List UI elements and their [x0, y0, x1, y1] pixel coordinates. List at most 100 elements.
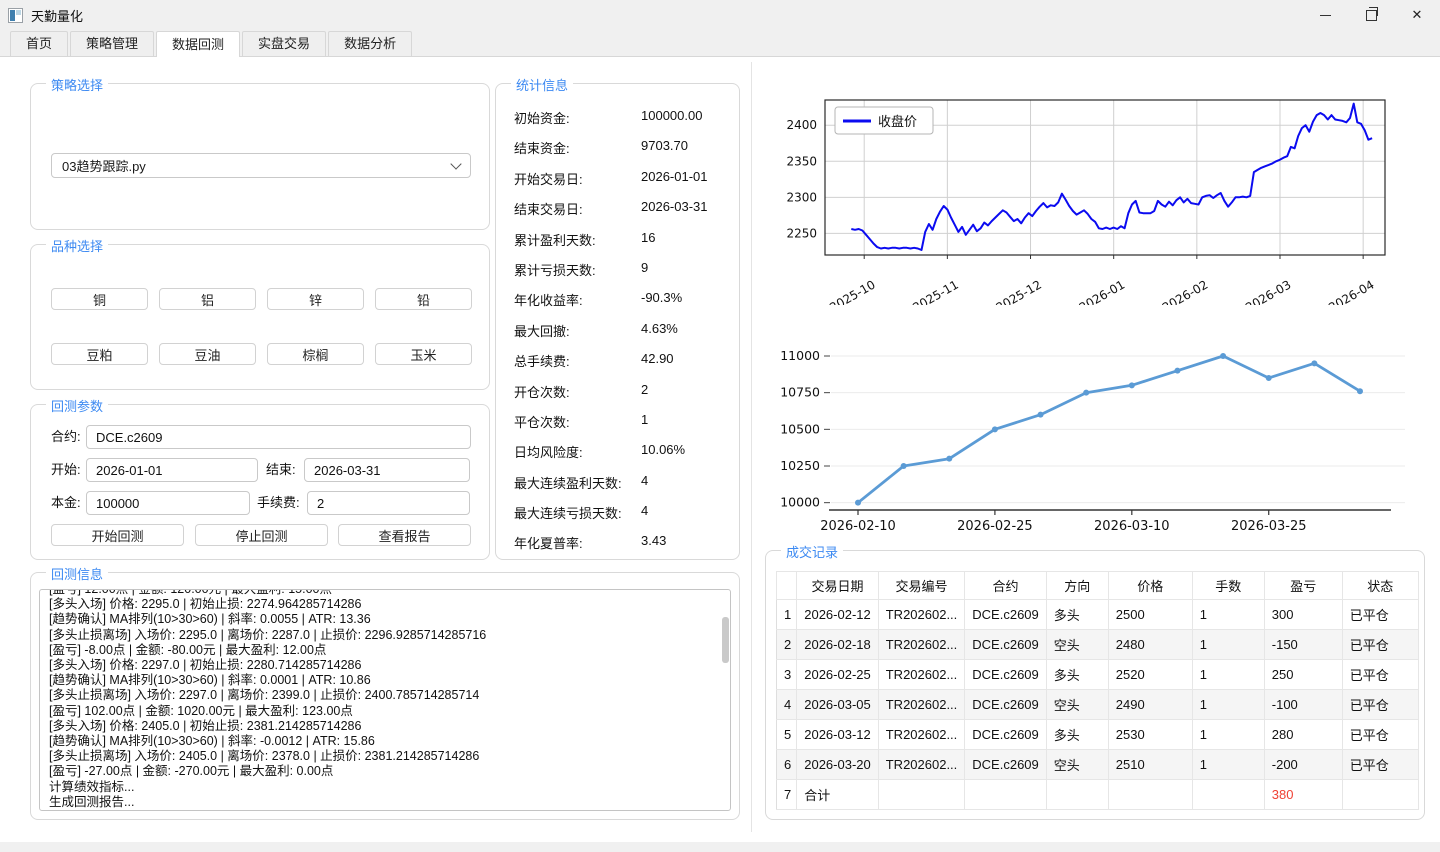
stat-value: 1 — [641, 412, 648, 427]
stat-label: 开始交易日: — [514, 169, 583, 188]
table-cell: 2026-03-20 — [797, 750, 879, 780]
stat-value: -90.3% — [641, 290, 682, 305]
log-line: [多头入场] 价格: 2297.0 | 初始止损: 2280.714285714… — [49, 658, 721, 673]
strategy-select[interactable]: 03趋势跟踪.py — [51, 153, 471, 178]
variety-button-豆粕[interactable]: 豆粕 — [51, 343, 148, 365]
start-date-label: 开始: — [51, 458, 81, 482]
svg-text:2026-02-25: 2026-02-25 — [957, 519, 1033, 534]
stat-label: 开仓次数: — [514, 382, 570, 401]
tab-实盘交易[interactable]: 实盘交易 — [242, 31, 326, 56]
variety-button-铝[interactable]: 铝 — [159, 288, 256, 310]
table-cell: -200 — [1264, 750, 1342, 780]
table-cell: 380 — [1264, 780, 1342, 810]
svg-text:10250: 10250 — [780, 458, 820, 473]
tab-数据分析[interactable]: 数据分析 — [328, 31, 412, 56]
view-report-button[interactable]: 查看报告 — [338, 524, 471, 546]
table-cell: 2026-03-12 — [797, 720, 879, 750]
variety-button-铅[interactable]: 铅 — [375, 288, 472, 310]
svg-text:2025-10: 2025-10 — [827, 277, 877, 305]
close-button[interactable]: ✕ — [1394, 0, 1440, 30]
stat-value: 4 — [641, 473, 648, 488]
svg-text:2350: 2350 — [786, 154, 817, 168]
stats-groupbox: 统计信息 初始资金:100000.00结束资金:9703.70开始交易日:202… — [495, 83, 740, 560]
title-bar: 天勤量化 ✕ — [0, 0, 1440, 30]
table-cell: TR202602... — [878, 660, 965, 690]
table-cell: DCE.c2609 — [965, 660, 1046, 690]
table-cell: 多头 — [1046, 720, 1108, 750]
svg-text:2300: 2300 — [786, 190, 817, 204]
log-line: [多头入场] 价格: 2295.0 | 初始止损: 2274.964285714… — [49, 597, 721, 612]
log-scrollbar-thumb[interactable] — [722, 617, 729, 663]
start-date-input[interactable] — [86, 458, 258, 482]
params-groupbox: 回测参数 合约: 开始: 结束: 本金: 手续费: 开始回测 停止回测 查看报告 — [30, 404, 490, 560]
stat-value: 2026-03-31 — [641, 199, 708, 214]
stat-row: 结束资金:9703.70 — [514, 130, 731, 160]
panel-splitter[interactable] — [751, 62, 752, 832]
stop-backtest-button[interactable]: 停止回测 — [195, 524, 328, 546]
table-cell — [1192, 780, 1264, 810]
variety-button-玉米[interactable]: 玉米 — [375, 343, 472, 365]
log-line: [盈亏] 102.00点 | 金额: 1020.00元 | 最大盈利: 123.… — [49, 704, 721, 719]
stats-groupbox-title: 统计信息 — [511, 75, 573, 94]
stat-value: 9 — [641, 260, 648, 275]
stat-value: 2 — [641, 382, 648, 397]
start-backtest-button[interactable]: 开始回测 — [51, 524, 184, 546]
table-row[interactable]: 32026-02-25TR202602...DCE.c2609多头2520125… — [777, 660, 1419, 690]
end-date-input[interactable] — [304, 458, 470, 482]
table-cell: 空头 — [1046, 690, 1108, 720]
table-row[interactable]: 52026-03-12TR202602...DCE.c2609多头2530128… — [777, 720, 1419, 750]
table-total-row[interactable]: 7合计380 — [777, 780, 1419, 810]
svg-text:10500: 10500 — [780, 421, 820, 436]
tab-首页[interactable]: 首页 — [10, 31, 68, 56]
variety-button-棕榈[interactable]: 棕榈 — [267, 343, 364, 365]
minimize-icon — [1320, 15, 1331, 16]
table-cell: 空头 — [1046, 630, 1108, 660]
log-line: 初始资金: 100000.0 — [49, 810, 721, 811]
table-cell: 2026-02-12 — [797, 600, 879, 630]
table-cell: 1 — [1192, 750, 1264, 780]
chevron-down-icon — [450, 158, 461, 169]
window-controls: ✕ — [1302, 0, 1440, 30]
stat-row: 结束交易日:2026-03-31 — [514, 191, 731, 221]
log-line: [趋势确认] MA排列(10>30>60) | 斜率: 0.0001 | ATR… — [49, 673, 721, 688]
stat-row: 最大连续亏损天数:4 — [514, 495, 731, 525]
table-cell: 已平仓 — [1342, 600, 1418, 630]
capital-input[interactable] — [86, 491, 250, 515]
minimize-button[interactable] — [1302, 0, 1348, 30]
svg-text:2025-12: 2025-12 — [994, 277, 1044, 305]
restore-icon — [1366, 10, 1377, 21]
contract-input[interactable] — [86, 425, 471, 449]
variety-button-豆油[interactable]: 豆油 — [159, 343, 256, 365]
table-cell: 2026-02-25 — [797, 660, 879, 690]
table-cell: 2480 — [1108, 630, 1192, 660]
table-cell: DCE.c2609 — [965, 600, 1046, 630]
backtest-log-area[interactable]: [盈亏] 12.00点 | 金额: 120.00元 | 最大盈利: 15.00点… — [39, 589, 731, 811]
stat-value: 4 — [641, 503, 648, 518]
table-row[interactable]: 62026-03-20TR202602...DCE.c2609空头25101-2… — [777, 750, 1419, 780]
restore-button[interactable] — [1348, 0, 1394, 30]
end-date-label: 结束: — [266, 458, 296, 482]
table-header-row: 交易日期交易编号合约方向价格手数盈亏状态 — [777, 572, 1419, 600]
column-header: 合约 — [965, 572, 1046, 600]
variety-button-铜[interactable]: 铜 — [51, 288, 148, 310]
table-cell: DCE.c2609 — [965, 690, 1046, 720]
column-header: 手数 — [1192, 572, 1264, 600]
trades-groupbox-title: 成交记录 — [781, 542, 843, 561]
stat-label: 结束资金: — [514, 138, 570, 157]
table-cell: 250 — [1264, 660, 1342, 690]
fee-input[interactable] — [307, 491, 470, 515]
table-row[interactable]: 22026-02-18TR202602...DCE.c2609空头24801-1… — [777, 630, 1419, 660]
trades-groupbox: 成交记录 交易日期交易编号合约方向价格手数盈亏状态12026-02-12TR20… — [765, 550, 1425, 820]
svg-text:2250: 2250 — [786, 226, 817, 240]
log-line: [趋势确认] MA排列(10>30>60) | 斜率: 0.0055 | ATR… — [49, 612, 721, 627]
table-cell: 多头 — [1046, 600, 1108, 630]
table-row[interactable]: 42026-03-05TR202602...DCE.c2609空头24901-1… — [777, 690, 1419, 720]
stat-value: 16 — [641, 230, 655, 245]
variety-button-锌[interactable]: 锌 — [267, 288, 364, 310]
stat-value: 100000.00 — [641, 108, 702, 123]
tab-策略管理[interactable]: 策略管理 — [70, 31, 154, 56]
table-cell: TR202602... — [878, 750, 965, 780]
log-line: [多头止损离场] 入场价: 2297.0 | 离场价: 2399.0 | 止损价… — [49, 688, 721, 703]
table-row[interactable]: 12026-02-12TR202602...DCE.c2609多头2500130… — [777, 600, 1419, 630]
tab-数据回测[interactable]: 数据回测 — [156, 31, 240, 57]
